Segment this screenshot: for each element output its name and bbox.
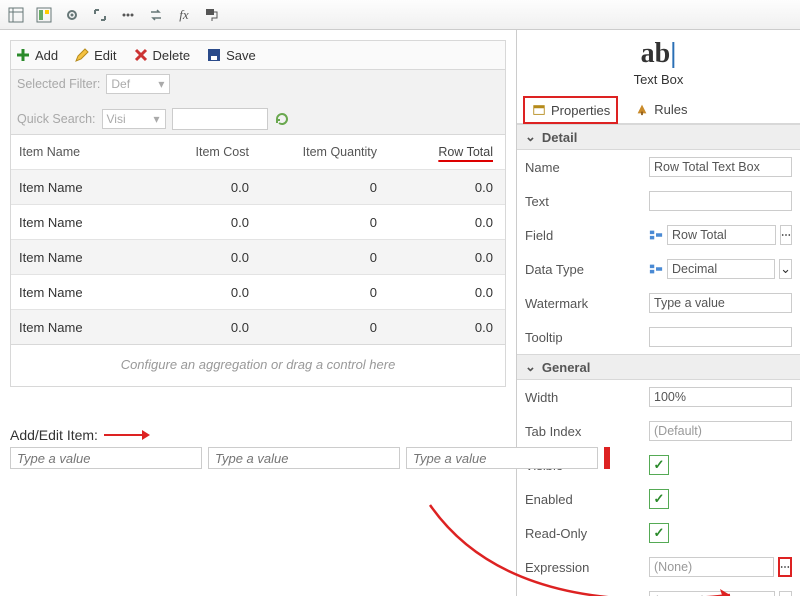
table-row[interactable]: Item Name0.000.0 bbox=[11, 309, 505, 344]
save-button[interactable]: Save bbox=[206, 47, 256, 63]
properties-panel: ab| Text Box Properties Rules ⌄ Detail N… bbox=[517, 30, 800, 596]
fx-icon[interactable]: fx bbox=[176, 7, 192, 23]
data-grid: Item Name Item Cost Item Quantity Row To… bbox=[10, 134, 506, 345]
top-toolbar: fx bbox=[0, 0, 800, 30]
item-cost-input[interactable] bbox=[208, 447, 400, 469]
text-input[interactable] bbox=[649, 191, 792, 211]
datatype-dropdown[interactable]: ⌄ bbox=[779, 259, 792, 279]
prop-readonly: Read-Only ✓ bbox=[517, 516, 800, 550]
quick-search-label: Quick Search: bbox=[17, 112, 96, 126]
field-ellipsis-button[interactable]: ⋯ bbox=[780, 225, 792, 245]
add-label: Add bbox=[35, 48, 58, 63]
name-input[interactable] bbox=[649, 157, 792, 177]
datatype-input[interactable] bbox=[667, 259, 775, 279]
selected-filter-label: Selected Filter: bbox=[17, 77, 100, 91]
add-edit-label-row: Add/Edit Item: bbox=[10, 427, 506, 443]
table-row[interactable]: Item Name0.000.0 bbox=[11, 204, 505, 239]
styles-input[interactable] bbox=[649, 591, 775, 596]
filter-row: Selected Filter: Def ▾ Quick Search: Vis… bbox=[10, 69, 506, 134]
textbox-large-icon: ab| bbox=[641, 38, 677, 70]
control-type-label: Text Box bbox=[634, 72, 684, 87]
prop-enabled: Enabled ✓ bbox=[517, 482, 800, 516]
prop-width: Width bbox=[517, 380, 800, 414]
chevron-down-icon: ▾ bbox=[155, 77, 167, 91]
tab-rules-label: Rules bbox=[654, 102, 687, 117]
grid-header: Item Name Item Cost Item Quantity Row To… bbox=[11, 134, 505, 169]
swap-icon[interactable] bbox=[148, 7, 164, 23]
tabindex-input[interactable] bbox=[649, 421, 792, 441]
layout-icon[interactable] bbox=[36, 7, 52, 23]
add-button[interactable]: Add bbox=[15, 47, 58, 63]
table-row[interactable]: Item Name0.000.0 bbox=[11, 169, 505, 204]
tab-properties[interactable]: Properties bbox=[523, 96, 618, 124]
col-item-cost[interactable]: Item Cost bbox=[139, 145, 257, 159]
field-input[interactable] bbox=[667, 225, 776, 245]
datatype-icon bbox=[649, 261, 663, 277]
control-header: ab| Text Box bbox=[517, 30, 800, 89]
expression-ellipsis-button[interactable]: ⋯ bbox=[778, 557, 792, 577]
add-edit-row bbox=[10, 447, 506, 469]
save-label: Save bbox=[226, 48, 256, 63]
table-row[interactable]: Item Name0.000.0 bbox=[11, 274, 505, 309]
section-general[interactable]: ⌄ General bbox=[517, 354, 800, 380]
selected-filter-value: Def bbox=[111, 77, 130, 91]
prop-name: Name bbox=[517, 150, 800, 184]
prop-expression: Expression ⋯ bbox=[517, 550, 800, 584]
table-row[interactable]: Item Name0.000.0 bbox=[11, 239, 505, 274]
refresh-icon[interactable] bbox=[274, 111, 290, 127]
edit-button[interactable]: Edit bbox=[74, 47, 116, 63]
width-input[interactable] bbox=[649, 387, 792, 407]
tab-properties-label: Properties bbox=[551, 103, 610, 118]
chevron-down-icon: ▾ bbox=[151, 112, 163, 126]
col-row-total[interactable]: Row Total bbox=[438, 145, 493, 159]
prop-styles: Styles ⋯ bbox=[517, 584, 800, 596]
add-edit-label: Add/Edit Item: bbox=[10, 427, 98, 443]
aggregation-placeholder[interactable]: Configure an aggregation or drag a contr… bbox=[10, 345, 506, 387]
styles-ellipsis-button[interactable]: ⋯ bbox=[779, 591, 792, 596]
grid-action-bar: Add Edit Delete Save bbox=[10, 40, 506, 69]
item-qty-input[interactable] bbox=[406, 447, 598, 469]
panel-tabs: Properties Rules bbox=[517, 89, 800, 124]
section-detail[interactable]: ⌄ Detail bbox=[517, 124, 800, 150]
design-canvas: Add Edit Delete Save Selected Filter: De… bbox=[0, 30, 517, 596]
expression-input[interactable] bbox=[649, 557, 774, 577]
enabled-checkbox[interactable]: ✓ bbox=[649, 489, 669, 509]
chevron-down-icon: ⌄ bbox=[525, 129, 536, 145]
tooltip-input[interactable] bbox=[649, 327, 792, 347]
rules-icon bbox=[634, 101, 650, 117]
annotation-arrow-icon bbox=[104, 428, 154, 442]
row-total-textbox[interactable] bbox=[604, 447, 610, 469]
prop-field: Field ⋯ bbox=[517, 218, 800, 252]
edit-label: Edit bbox=[94, 48, 116, 63]
delete-button[interactable]: Delete bbox=[133, 47, 191, 63]
field-icon bbox=[649, 227, 663, 243]
paint-icon[interactable] bbox=[204, 7, 220, 23]
readonly-checkbox[interactable]: ✓ bbox=[649, 523, 669, 543]
gear-icon[interactable] bbox=[64, 7, 80, 23]
quick-search-input[interactable] bbox=[172, 108, 268, 130]
col-item-qty[interactable]: Item Quantity bbox=[257, 145, 385, 159]
quick-search-value: Visi bbox=[107, 112, 126, 126]
visible-checkbox[interactable]: ✓ bbox=[649, 455, 669, 475]
grid-icon[interactable] bbox=[8, 7, 24, 23]
quick-search-select[interactable]: Visi ▾ bbox=[102, 109, 166, 129]
prop-tabindex: Tab Index bbox=[517, 414, 800, 448]
prop-watermark: Watermark bbox=[517, 286, 800, 320]
col-item-name[interactable]: Item Name bbox=[11, 145, 139, 159]
prop-datatype: Data Type ⌄ bbox=[517, 252, 800, 286]
prop-text: Text bbox=[517, 184, 800, 218]
properties-icon bbox=[531, 102, 547, 118]
tab-rules[interactable]: Rules bbox=[628, 95, 693, 123]
delete-label: Delete bbox=[153, 48, 191, 63]
item-name-input[interactable] bbox=[10, 447, 202, 469]
dots-icon[interactable] bbox=[120, 7, 136, 23]
expand-icon[interactable] bbox=[92, 7, 108, 23]
chevron-down-icon: ⌄ bbox=[525, 359, 536, 375]
watermark-input[interactable] bbox=[649, 293, 792, 313]
prop-tooltip: Tooltip bbox=[517, 320, 800, 354]
selected-filter-select[interactable]: Def ▾ bbox=[106, 74, 170, 94]
